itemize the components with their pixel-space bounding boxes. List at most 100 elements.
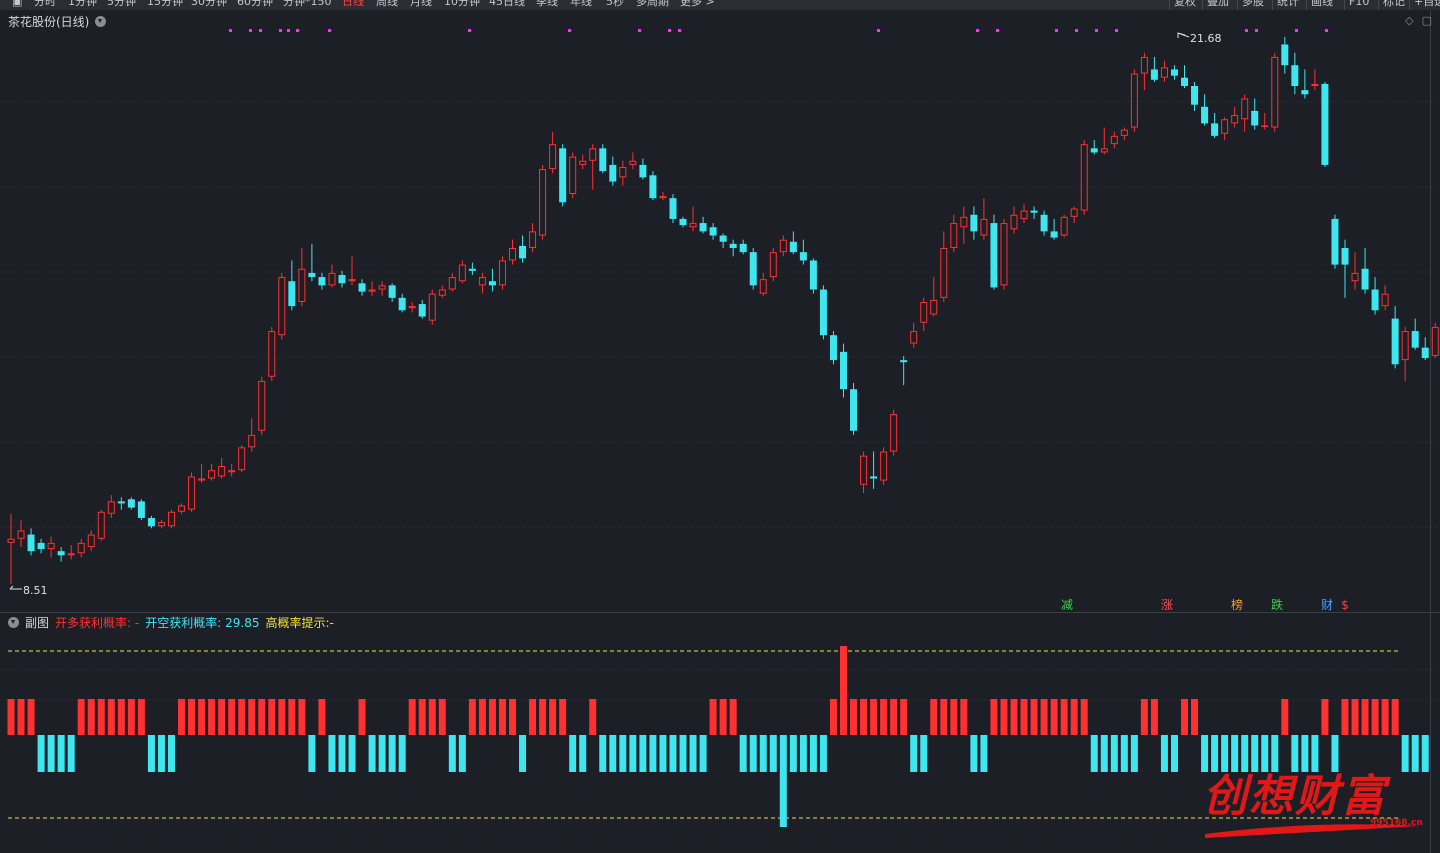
candle-body [579, 160, 587, 165]
candle-body [1040, 214, 1048, 232]
short-bar [1130, 735, 1138, 772]
candle-body [97, 511, 105, 539]
candle-body [167, 511, 175, 527]
short-bar [749, 735, 757, 772]
candle-body [1100, 148, 1108, 153]
short-bar [639, 735, 647, 772]
long-prob-label: 开多获利概率: - [55, 616, 140, 630]
short-bar [669, 735, 677, 772]
long-bar [1371, 699, 1379, 735]
long-bar [539, 699, 547, 735]
candle-body [1271, 56, 1279, 128]
long-bar [1140, 699, 1148, 735]
candle-body [37, 542, 45, 550]
signal-dot [279, 29, 282, 32]
signal-dot [1055, 29, 1058, 32]
long-bar [850, 699, 858, 735]
long-bar [1080, 699, 1088, 735]
candle-body [609, 164, 617, 182]
short-bar [1110, 735, 1118, 772]
candle-body [1120, 129, 1128, 136]
candle-body [438, 289, 446, 296]
long-bar [990, 699, 998, 735]
sub-chart-header: 副图 开多获利概率: - 开空获利概率: 29.85 高概率提示:- [8, 614, 334, 631]
short-bar [779, 735, 787, 827]
candle-body [1361, 268, 1369, 290]
long-bar [278, 699, 286, 735]
long-bar [127, 699, 135, 735]
candle-body [809, 260, 817, 290]
long-bar [529, 699, 537, 735]
candle-body [358, 283, 366, 292]
long-bar [77, 699, 85, 735]
signal-dot [249, 29, 252, 32]
signal-dot [287, 29, 290, 32]
candle-body [348, 279, 356, 282]
signal-dot [877, 29, 880, 32]
candle-body [268, 331, 276, 377]
long-bar [7, 699, 15, 735]
long-bar [950, 699, 958, 735]
long-bar [117, 699, 125, 735]
candle-body [147, 517, 155, 527]
signal-dot [996, 29, 999, 32]
long-bar [1191, 699, 1199, 735]
candle-body [890, 414, 898, 452]
short-bar [789, 735, 797, 772]
diamond-icon[interactable]: ◇ [1405, 14, 1413, 27]
signal-dot [296, 29, 299, 32]
high-arrow-icon [1177, 32, 1190, 38]
signal-dot [678, 29, 681, 32]
long-bar [358, 699, 366, 735]
long-bar [559, 699, 567, 735]
high-price-label: 21.68 [1190, 32, 1222, 45]
candle-body [298, 268, 306, 302]
long-bar [709, 699, 717, 735]
signal-dot [1245, 29, 1248, 32]
long-bar [890, 699, 898, 735]
candle-body [769, 252, 777, 278]
long-bar [17, 699, 25, 735]
dropdown-icon[interactable] [8, 617, 19, 628]
candle-body [47, 542, 55, 550]
long-bar [298, 699, 306, 735]
long-bar [1050, 699, 1058, 735]
candle-body [418, 304, 426, 317]
signal-dot [1255, 29, 1258, 32]
long-bar [930, 699, 938, 735]
watermark-swoosh [1205, 824, 1420, 838]
short-bar [659, 735, 667, 772]
short-bar [819, 735, 827, 772]
dropdown-icon[interactable] [95, 16, 107, 27]
long-bar [478, 699, 486, 735]
candle-body [398, 297, 406, 311]
short-bar [37, 735, 45, 772]
candle-body [1381, 293, 1389, 307]
candle-body [238, 447, 246, 471]
window-icon[interactable]: ▢ [1422, 14, 1432, 27]
short-bar [167, 735, 175, 772]
long-bar [107, 699, 115, 735]
candle-body [870, 476, 878, 479]
candle-body [1421, 347, 1429, 359]
long-bar [729, 699, 737, 735]
long-bar [1341, 699, 1349, 735]
candle-body [709, 227, 717, 236]
candle-body [117, 501, 125, 504]
candle-body [940, 247, 948, 298]
signal-dot [638, 29, 641, 32]
candle-body [218, 466, 226, 477]
event-marker-3: 跌 [1271, 597, 1283, 612]
candle-body [87, 534, 95, 548]
signal-dot [229, 29, 232, 32]
long-bar [408, 699, 416, 735]
candle-body [157, 522, 165, 527]
long-bar [87, 699, 95, 735]
long-bar [238, 699, 246, 735]
candle-body [699, 223, 707, 232]
candle-body [1060, 216, 1068, 236]
long-bar [318, 699, 326, 735]
short-bar [799, 735, 807, 772]
watermark-url: 995168.cn [1370, 818, 1423, 828]
candle-body [910, 331, 918, 344]
